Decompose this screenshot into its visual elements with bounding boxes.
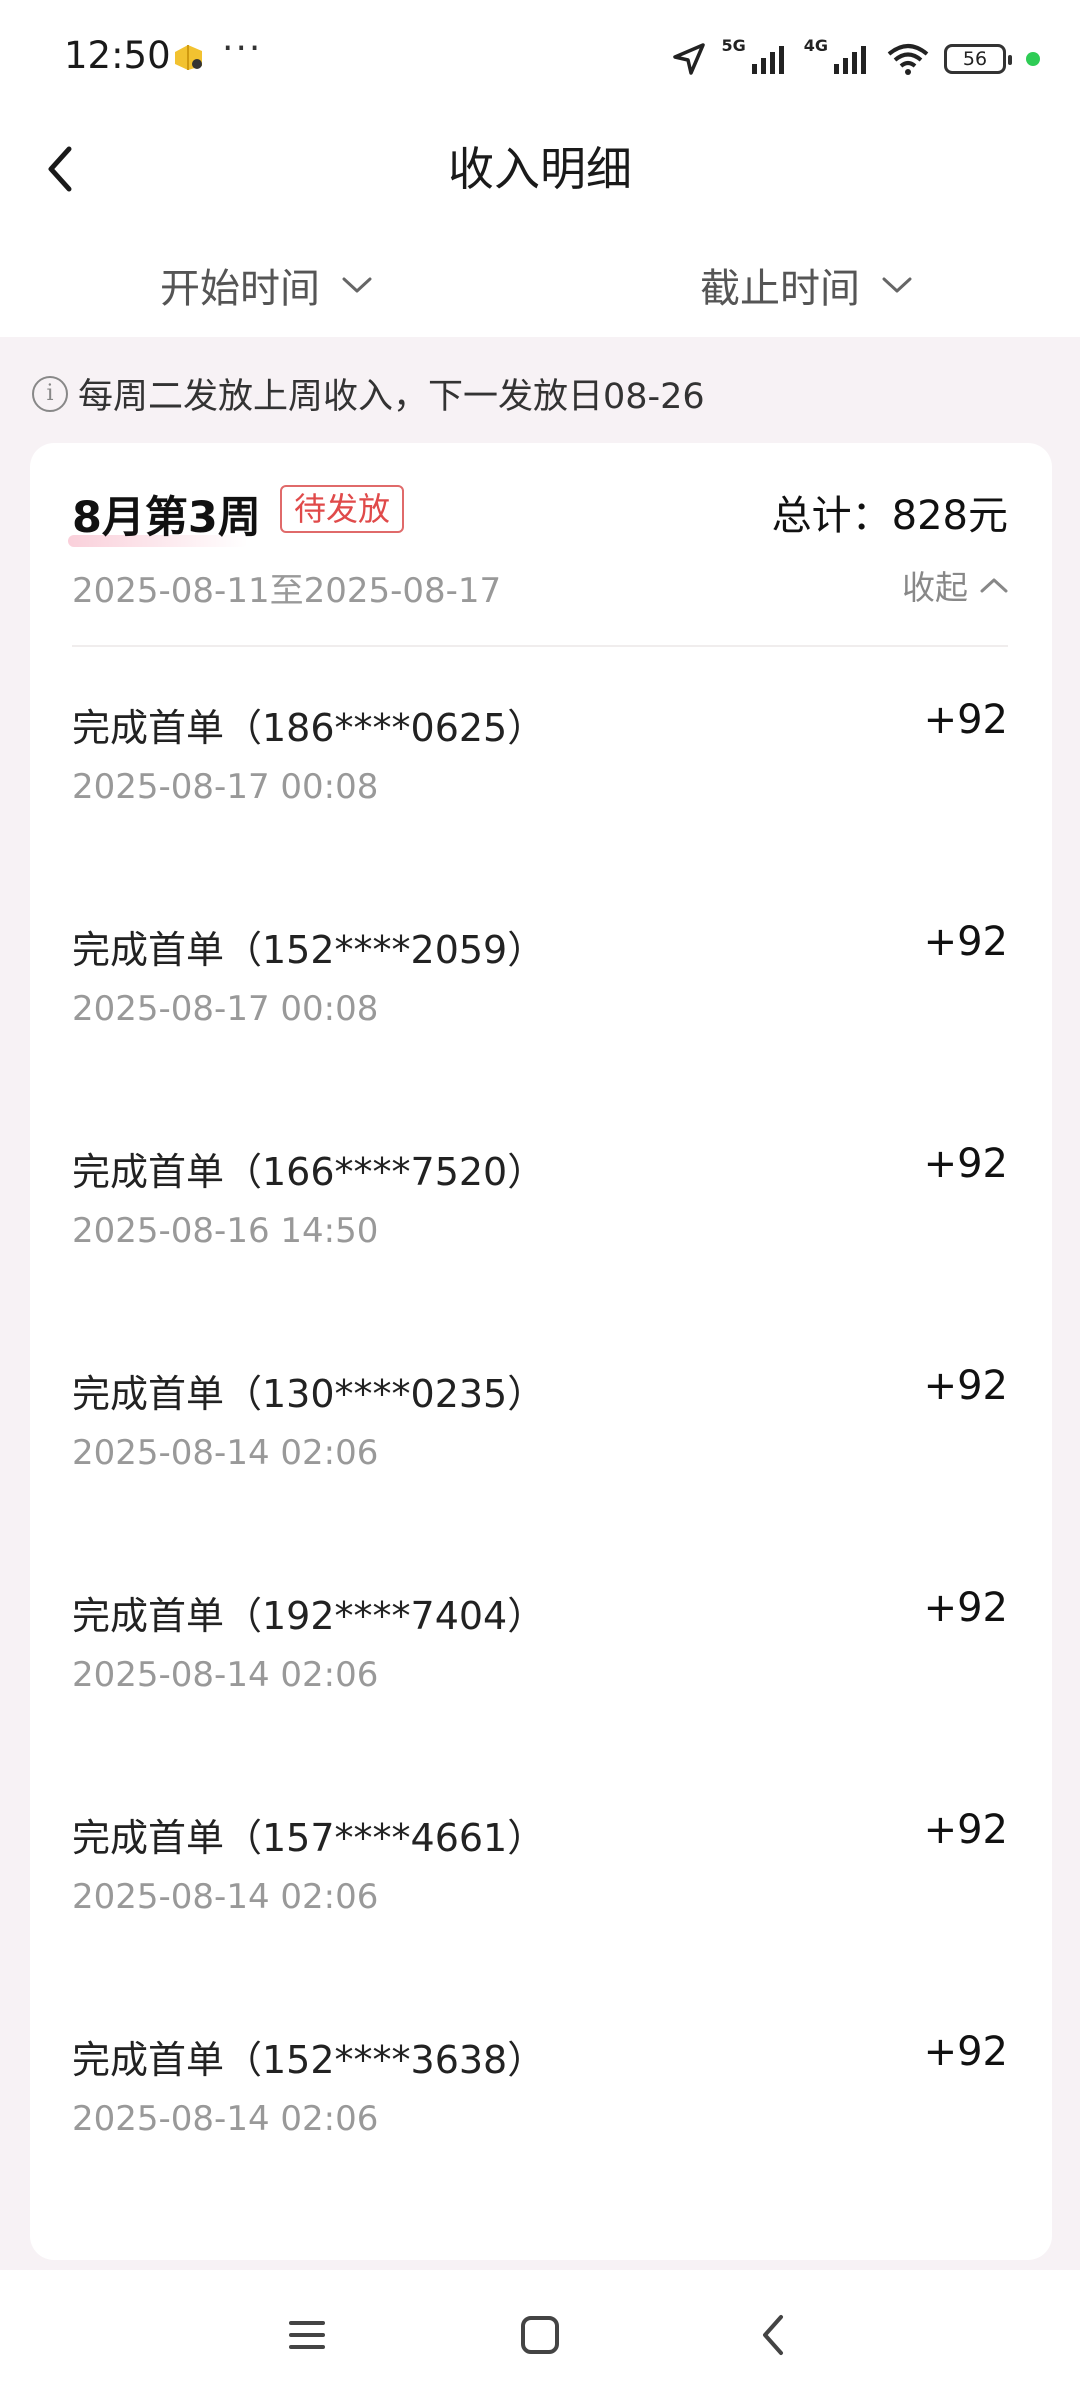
week-total: 总计：828元 xyxy=(771,493,1008,539)
week-income-card: 8月第3周 待发放 总计：828元 2025-08-11至2025-08-17 … xyxy=(30,443,1052,2260)
privacy-indicator-dot xyxy=(1026,52,1040,66)
date-filter-row: 开始时间 截止时间 xyxy=(0,235,1080,335)
signal-icon xyxy=(834,46,866,74)
income-list-item[interactable]: 完成首单（152****2059） +92 2025-08-17 00:08 xyxy=(30,869,1052,1091)
payout-notice-text: 每周二发放上周收入，下一发放日08-26 xyxy=(78,377,705,417)
income-list-item[interactable]: 完成首单（130****0235） +92 2025-08-14 02:06 xyxy=(30,1313,1052,1535)
week-date-range: 2025-08-11至2025-08-17 xyxy=(72,571,502,611)
home-button[interactable] xyxy=(480,2270,600,2400)
wifi-icon xyxy=(887,44,929,75)
start-time-filter[interactable]: 开始时间 xyxy=(160,235,372,335)
status-bar: 12:50 ··· 5G 4G 56 xyxy=(0,0,1080,115)
end-time-filter[interactable]: 截止时间 xyxy=(700,235,912,335)
income-list-item[interactable]: 完成首单（152****3638） +92 2025-08-14 02:06 xyxy=(30,1979,1052,2201)
item-time: 2025-08-14 02:06 xyxy=(72,2099,379,2139)
item-amount: +92 xyxy=(923,2029,1008,2075)
battery-icon: 56 xyxy=(944,44,1012,74)
item-title: 完成首单（157****4661） xyxy=(72,1816,546,1860)
item-time: 2025-08-17 00:08 xyxy=(72,767,379,807)
chevron-up-icon xyxy=(980,578,1008,593)
status-right-cluster: 5G 4G 56 xyxy=(671,36,1040,82)
item-title: 完成首单（130****0235） xyxy=(72,1372,546,1416)
income-list: 完成首单（186****0625） +92 2025-08-17 00:08 完… xyxy=(30,647,1052,2201)
item-time: 2025-08-14 02:06 xyxy=(72,1877,379,1917)
battery-level: 56 xyxy=(962,48,988,70)
system-navigation-bar xyxy=(0,2270,1080,2400)
item-amount: +92 xyxy=(923,697,1008,743)
signal-icon xyxy=(751,46,784,74)
item-title: 完成首单（186****0625） xyxy=(72,706,546,750)
info-icon: i xyxy=(32,375,68,412)
item-amount: +92 xyxy=(923,919,1008,965)
item-time: 2025-08-17 00:08 xyxy=(72,989,379,1029)
item-title: 完成首单（166****7520） xyxy=(72,1150,546,1194)
app-header: 收入明细 xyxy=(0,115,1080,235)
system-back-button[interactable] xyxy=(713,2270,833,2400)
item-time: 2025-08-14 02:06 xyxy=(72,1655,379,1695)
item-amount: +92 xyxy=(923,1807,1008,1853)
week-title: 8月第3周 xyxy=(72,493,261,543)
item-amount: +92 xyxy=(923,1141,1008,1187)
app-notification-icon xyxy=(175,45,202,70)
location-icon xyxy=(673,43,706,75)
item-title: 完成首单（152****2059） xyxy=(72,928,546,972)
item-time: 2025-08-14 02:06 xyxy=(72,1433,379,1473)
payout-notice: i 每周二发放上周收入，下一发放日08-26 xyxy=(32,368,705,419)
item-amount: +92 xyxy=(923,1585,1008,1631)
menu-icon xyxy=(289,2321,325,2349)
income-list-item[interactable]: 完成首单（186****0625） +92 2025-08-17 00:08 xyxy=(30,647,1052,869)
chevron-left-icon xyxy=(763,2315,783,2355)
income-list-item[interactable]: 完成首单（157****4661） +92 2025-08-14 02:06 xyxy=(30,1757,1052,1979)
item-time: 2025-08-16 14:50 xyxy=(72,1211,379,1251)
network-type-label: 5G xyxy=(721,35,746,55)
item-title: 完成首单（192****7404） xyxy=(72,1594,546,1638)
status-more-icon: ··· xyxy=(222,28,263,69)
start-time-label: 开始时间 xyxy=(160,266,320,312)
status-time: 12:50 xyxy=(64,34,171,77)
collapse-button[interactable]: 收起 xyxy=(902,561,1008,609)
chevron-down-icon xyxy=(342,277,372,293)
status-badge: 待发放 xyxy=(280,485,405,533)
end-time-label: 截止时间 xyxy=(700,266,860,312)
item-amount: +92 xyxy=(923,1363,1008,1409)
income-list-item[interactable]: 完成首单（192****7404） +92 2025-08-14 02:06 xyxy=(30,1535,1052,1757)
item-title: 完成首单（152****3638） xyxy=(72,2038,546,2082)
collapse-label: 收起 xyxy=(902,568,968,607)
recent-apps-button[interactable] xyxy=(247,2270,367,2400)
income-list-item[interactable]: 完成首单（166****7520） +92 2025-08-16 14:50 xyxy=(30,1091,1052,1313)
page-title: 收入明细 xyxy=(448,142,632,196)
home-square-icon xyxy=(521,2316,559,2354)
network-type-label: 4G xyxy=(803,35,828,55)
chevron-down-icon xyxy=(882,277,912,293)
